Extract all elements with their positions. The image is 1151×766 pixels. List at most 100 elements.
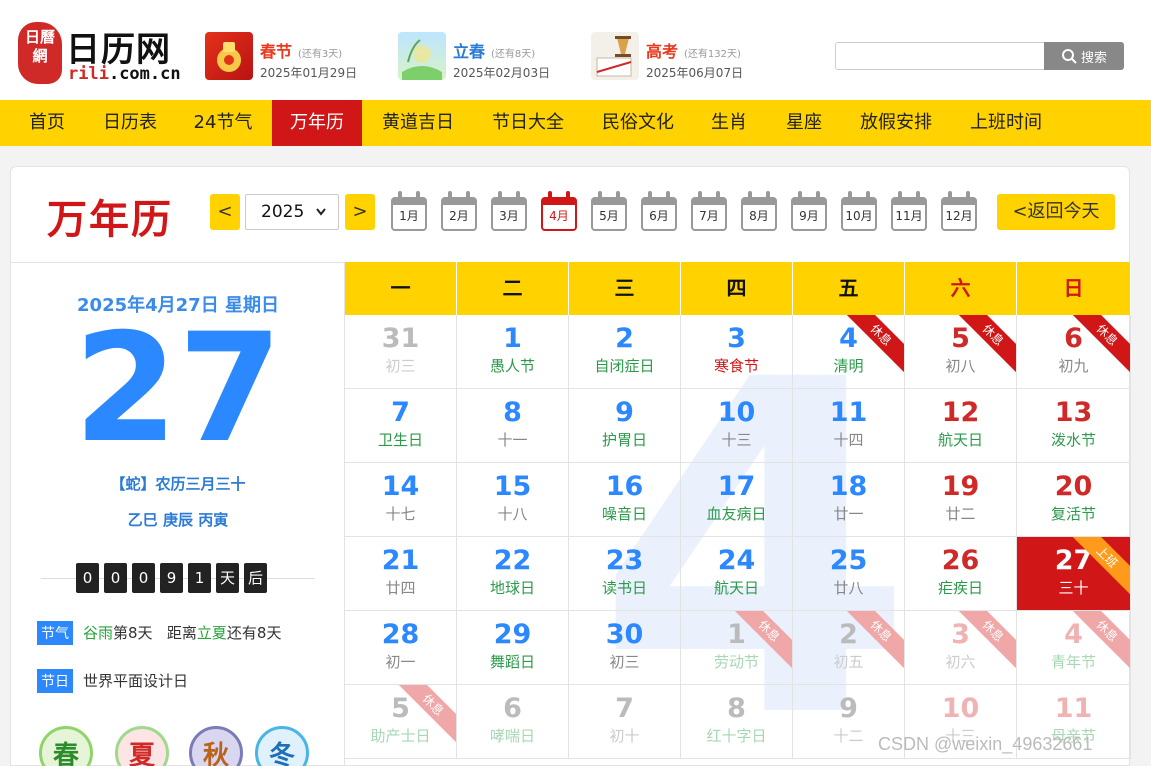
day-number: 14 [381, 471, 420, 502]
day-number: 25 [829, 545, 868, 576]
day-cell[interactable]: 14 十七 [345, 463, 457, 537]
day-cell[interactable]: 3 寒食节 [681, 315, 793, 389]
nav-calendar-table[interactable]: 日历表 [90, 100, 170, 146]
day-number: 16 [605, 471, 644, 502]
day-subtext: 泼水节 [1050, 431, 1096, 449]
day-cell[interactable]: 4 清明 休息 [793, 315, 905, 389]
month-5-button[interactable]: 5月 [591, 191, 627, 233]
day-cell[interactable]: 19 廿二 [905, 463, 1017, 537]
day-cell[interactable]: 5 助产士日 休息 [345, 685, 457, 759]
month-label: 10月 [841, 197, 877, 231]
day-cell[interactable]: 7 卫生日 [345, 389, 457, 463]
day-cell[interactable]: 7 初十 [569, 685, 681, 759]
day-cell[interactable]: 17 血友病日 [681, 463, 793, 537]
day-cell[interactable]: 26 疟疾日 [905, 537, 1017, 611]
nav-festivals[interactable]: 节日大全 [480, 100, 576, 146]
day-subtext: 红十字日 [706, 727, 767, 745]
day-cell[interactable]: 8 十一 [457, 389, 569, 463]
day-cell[interactable]: 30 初三 [569, 611, 681, 685]
holiday-text[interactable]: 世界平面设计日 [83, 672, 188, 690]
nav-auspicious-days[interactable]: 黄道吉日 [370, 100, 466, 146]
countdown-digit: 0 [132, 563, 155, 593]
day-number: 30 [605, 619, 644, 650]
day-cell[interactable]: 16 噪音日 [569, 463, 681, 537]
day-cell[interactable]: 3 初六 休息 [905, 611, 1017, 685]
day-cell[interactable]: 6 哮喘日 [457, 685, 569, 759]
month-10-button[interactable]: 10月 [841, 191, 877, 233]
month-12-button[interactable]: 12月 [941, 191, 977, 233]
day-cell[interactable]: 28 初一 [345, 611, 457, 685]
search-button[interactable]: 搜索 [1044, 42, 1124, 70]
day-cell[interactable]: 21 廿四 [345, 537, 457, 611]
month-3-button[interactable]: 3月 [491, 191, 527, 233]
day-cell[interactable]: 9 护胃日 [569, 389, 681, 463]
month-7-button[interactable]: 7月 [691, 191, 727, 233]
day-number: 29 [493, 619, 532, 650]
day-cell[interactable]: 5 初八 休息 [905, 315, 1017, 389]
day-cell[interactable]: 22 地球日 [457, 537, 569, 611]
day-cell[interactable]: 8 红十字日 [681, 685, 793, 759]
nav-work-hours[interactable]: 上班时间 [958, 100, 1054, 146]
prev-year-button[interactable]: < [210, 194, 240, 230]
day-subtext: 廿八 [833, 579, 864, 597]
day-cell[interactable]: 12 航天日 [905, 389, 1017, 463]
day-cell[interactable]: 20 复活节 [1017, 463, 1131, 537]
month-8-button[interactable]: 8月 [741, 191, 777, 233]
day-cell[interactable]: 1 愚人节 [457, 315, 569, 389]
ganzhi-date: 乙巳 庚辰 丙寅 [127, 511, 229, 529]
day-cell[interactable]: 1 劳动节 休息 [681, 611, 793, 685]
day-cell[interactable]: 2 自闭症日 [569, 315, 681, 389]
month-2-button[interactable]: 2月 [441, 191, 477, 233]
day-cell[interactable]: 2 初五 休息 [793, 611, 905, 685]
nav-perpetual-calendar[interactable]: 万年历 [272, 100, 362, 146]
next-year-button[interactable]: > [345, 194, 375, 230]
month-11-button[interactable]: 11月 [891, 191, 927, 233]
solar-term-link[interactable]: 谷雨 [83, 624, 113, 642]
day-cell[interactable]: 18 廿一 [793, 463, 905, 537]
countdown-digit: 9 [160, 563, 183, 593]
calendar-grid: 4 一二三四五六日 31 初三 1 愚人节 2 自闭症日 3 寒食节 4 清明 休息 5 初八 休息 6 初九休… [345, 262, 1131, 766]
next-solar-term-link[interactable]: 立夏 [197, 624, 227, 642]
festival-lichun-image [398, 32, 446, 80]
day-cell[interactable]: 6 初九 休息 [1017, 315, 1131, 389]
month-6-button[interactable]: 6月 [641, 191, 677, 233]
back-to-today-button[interactable]: <返回今天 [997, 194, 1115, 230]
day-subtext: 初三 [385, 357, 416, 375]
day-number: 8 [503, 397, 522, 428]
year-select[interactable]: 2025 [245, 194, 339, 230]
day-cell[interactable]: 24 航天日 [681, 537, 793, 611]
day-cell[interactable]: 27 三十 上班 [1017, 537, 1131, 611]
nav-solar-terms[interactable]: 24节气 [180, 100, 266, 146]
day-cell[interactable]: 4 青年节 休息 [1017, 611, 1131, 685]
day-cell[interactable]: 10 十三 [681, 389, 793, 463]
nav-constellation[interactable]: 星座 [775, 100, 833, 146]
day-number: 12 [941, 397, 980, 428]
nav-folk-culture[interactable]: 民俗文化 [590, 100, 686, 146]
festival-left: (还有132天) [684, 49, 741, 60]
search-input[interactable] [835, 42, 1045, 70]
season-autumn-icon[interactable]: 秋 [189, 726, 243, 766]
solar-term-row: 节气 谷雨第8天 距离立夏还有8天 [37, 621, 281, 645]
season-winter-icon[interactable]: 冬 [255, 726, 309, 766]
month-9-button[interactable]: 9月 [791, 191, 827, 233]
day-cell[interactable]: 25 廿八 [793, 537, 905, 611]
day-cell[interactable]: 13 泼水节 [1017, 389, 1131, 463]
day-cell[interactable]: 15 十八 [457, 463, 569, 537]
day-cell[interactable]: 23 读书日 [569, 537, 681, 611]
month-label: 3月 [491, 197, 527, 231]
month-4-button[interactable]: 4月 [541, 191, 577, 233]
day-number: 10 [941, 693, 980, 724]
nav-zodiac[interactable]: 生肖 [700, 100, 758, 146]
day-subtext: 疟疾日 [937, 579, 983, 597]
season-spring-icon[interactable]: 春 [39, 726, 93, 766]
month-1-button[interactable]: 1月 [391, 191, 427, 233]
day-subtext: 十八 [497, 505, 528, 523]
season-summer-icon[interactable]: 夏 [115, 726, 169, 766]
site-logo[interactable]: 日曆網 日历网 rili.com.cn [18, 20, 183, 86]
day-cell[interactable]: 29 舞蹈日 [457, 611, 569, 685]
day-cell[interactable]: 31 初三 [345, 315, 457, 389]
day-cell[interactable]: 11 十四 [793, 389, 905, 463]
nav-home[interactable]: 首页 [14, 100, 80, 146]
day-number: 2 [615, 323, 634, 354]
nav-holiday-schedule[interactable]: 放假安排 [848, 100, 944, 146]
